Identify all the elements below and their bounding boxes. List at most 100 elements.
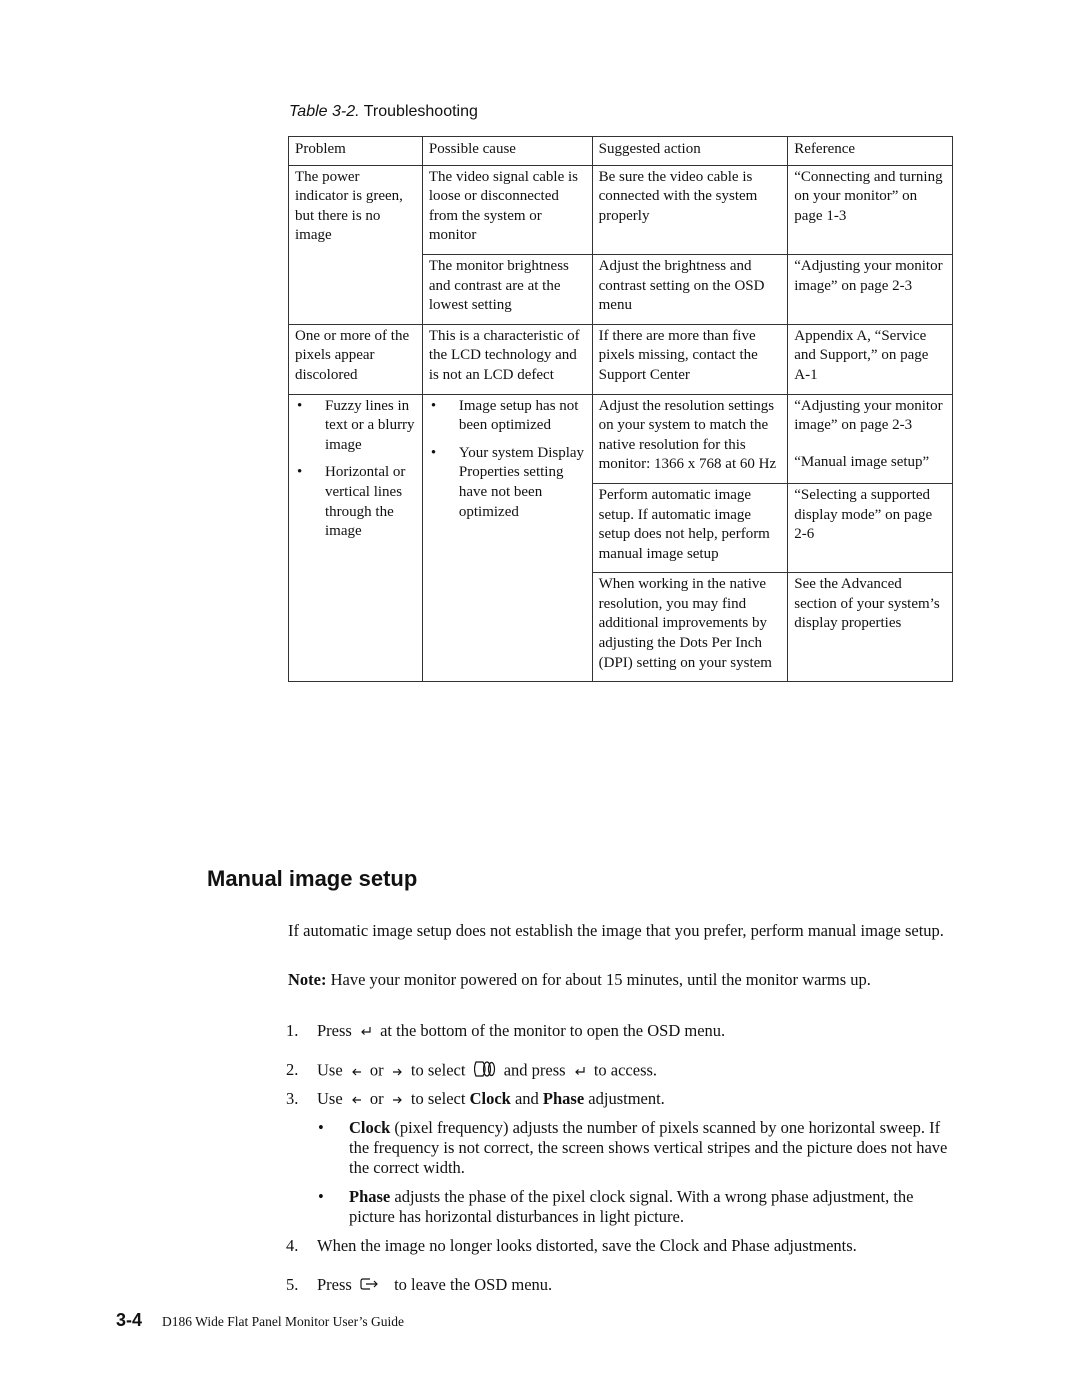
- cause-bullet-list: • Image setup has not been optimized • You…: [429, 397, 586, 523]
- left-arrow-icon: [351, 1090, 362, 1110]
- step-3: 3. Use or to select Clock and Phase adjus…: [286, 1089, 665, 1110]
- step-text: Press: [317, 1021, 352, 1040]
- note-paragraph: Note: Have your monitor powered on for a…: [288, 970, 958, 990]
- document-title: D186 Wide Flat Panel Monitor User’s Guid…: [162, 1314, 404, 1329]
- reference-cell: “Connecting and turning on your monitor”…: [787, 164, 953, 255]
- clock-keyword: Clock: [469, 1089, 511, 1108]
- phase-label: Phase: [349, 1187, 391, 1206]
- step-4: 4. When the image no longer looks distort…: [286, 1236, 857, 1256]
- exit-icon: [360, 1276, 380, 1296]
- page-footer: 3-4 D186 Wide Flat Panel Monitor User’s …: [116, 1310, 404, 1331]
- list-item-text: Your system Display Properties setting h…: [458, 444, 585, 520]
- clock-label: Clock: [349, 1118, 391, 1137]
- intro-paragraph: If automatic image setup does not establ…: [288, 921, 944, 940]
- problem-cell: The power indicator is green, but there …: [288, 164, 423, 325]
- table-row: The power indicator is green, but there …: [288, 164, 953, 325]
- cause-cell: This is a characteristic of the LCD tech…: [421, 323, 593, 395]
- list-item: • Your system Display Properties setting …: [429, 444, 586, 522]
- header-problem: Problem: [288, 136, 423, 166]
- header-possible-cause: Possible cause: [421, 136, 593, 166]
- action-cell: Be sure the video cable is connected wit…: [591, 164, 789, 255]
- list-item: • Fuzzy lines in text or a blurry image: [295, 397, 416, 456]
- note-text: Have your monitor powered on for about 1…: [326, 970, 871, 989]
- reference-cell: See the Advanced section of your system’…: [787, 572, 953, 683]
- action-cell: If there are more than five pixels missi…: [591, 323, 789, 395]
- step-text: When the image no longer looks distorted…: [317, 1236, 857, 1255]
- step-text: and: [514, 1089, 539, 1108]
- table-caption-title: Troubleshooting: [363, 103, 478, 120]
- enter-icon: [360, 1022, 372, 1042]
- page-number: 3-4: [116, 1310, 143, 1330]
- table-row: • Fuzzy lines in text or a blurry image •…: [288, 393, 953, 683]
- step-text: Use: [317, 1089, 343, 1108]
- step-text: and press: [503, 1060, 566, 1080]
- right-arrow-icon: [392, 1090, 403, 1110]
- step-text: to select: [410, 1060, 466, 1080]
- list-item-text: Image setup has not been optimized: [458, 397, 579, 434]
- step-number: 2.: [286, 1060, 299, 1080]
- step-text: Press: [317, 1275, 352, 1294]
- bullet-icon: •: [430, 444, 437, 461]
- list-item-text: Fuzzy lines in text or a blurry image: [325, 397, 415, 453]
- clock-bullet-text: Clock (pixel frequency) adjusts the numb…: [349, 1118, 958, 1178]
- list-item-text: Horizontal or vertical lines through the…: [325, 464, 406, 540]
- step-text: to select: [410, 1089, 466, 1108]
- note-label: Note:: [288, 970, 327, 989]
- enter-icon: [574, 1062, 586, 1082]
- troubleshooting-table: Problem Possible cause Suggested action …: [288, 136, 953, 683]
- reference-cell: Appendix A, “Service and Support,” on pa…: [787, 323, 953, 395]
- step-2: 2. Use or to select and press to access.: [286, 1060, 657, 1083]
- action-cell: Adjust the brightness and contrast setti…: [591, 253, 789, 325]
- list-item: • Image setup has not been optimized: [429, 397, 586, 436]
- problem-cell: One or more of the pixels appear discolo…: [288, 323, 423, 395]
- bullet-icon: •: [318, 1187, 324, 1206]
- step-text: Use: [317, 1060, 343, 1080]
- bullet-icon: •: [318, 1118, 324, 1137]
- action-cell: Adjust the resolution settings on your s…: [591, 393, 789, 484]
- reference-cell: “Adjusting your monitor image” on page 2…: [787, 253, 953, 325]
- bullet-icon: •: [297, 397, 303, 414]
- problem-bullet-list: • Fuzzy lines in text or a blurry image •…: [295, 397, 416, 542]
- clock-bullet: • Clock (pixel frequency) adjusts the nu…: [318, 1118, 958, 1178]
- section-title: Manual image setup: [207, 866, 418, 891]
- step-number: 1.: [286, 1021, 299, 1040]
- step-text: to access.: [593, 1060, 658, 1080]
- action-cell: Perform automatic image setup. If automa…: [591, 482, 789, 574]
- reference-text: “Manual image setup”: [794, 453, 930, 470]
- reference-text: “Adjusting your monitor image” on page 2…: [794, 397, 943, 434]
- phase-description: adjusts the phase of the pixel clock sig…: [349, 1187, 914, 1226]
- step-5: 5. Press to leave the OSD menu.: [286, 1275, 552, 1296]
- reference-cell: “Selecting a supported display mode” on …: [787, 482, 953, 574]
- phase-bullet: • Phase adjusts the phase of the pixel c…: [318, 1187, 958, 1227]
- header-reference: Reference: [787, 136, 953, 166]
- right-arrow-icon: [392, 1062, 403, 1082]
- action-cell: When working in the native resolution, y…: [591, 572, 789, 683]
- list-item: • Horizontal or vertical lines through th…: [295, 463, 416, 541]
- step-text: adjustment.: [588, 1089, 665, 1108]
- cause-cell: The monitor brightness and contrast are …: [421, 253, 593, 325]
- bullet-icon: •: [297, 464, 303, 481]
- clock-description: (pixel frequency) adjusts the number of …: [349, 1118, 948, 1177]
- table-row: One or more of the pixels appear discolo…: [288, 323, 953, 395]
- step-number: 3.: [286, 1089, 299, 1108]
- header-suggested-action: Suggested action: [591, 136, 789, 166]
- cause-cell: The video signal cable is loose or disco…: [421, 164, 593, 255]
- step-text: or: [369, 1089, 384, 1108]
- problem-cell: • Fuzzy lines in text or a blurry image •…: [288, 393, 423, 683]
- image-setup-icon: [473, 1060, 496, 1083]
- step-number: 5.: [286, 1275, 299, 1294]
- step-text: or: [369, 1060, 384, 1080]
- bullet-icon: •: [430, 397, 437, 414]
- step-text: at the bottom of the monitor to open the…: [380, 1021, 726, 1040]
- reference-cell: “Adjusting your monitor image” on page 2…: [787, 393, 953, 484]
- phase-keyword: Phase: [542, 1089, 585, 1108]
- cause-cell: • Image setup has not been optimized • You…: [421, 393, 593, 683]
- step-text: to leave the OSD menu.: [394, 1275, 553, 1294]
- left-arrow-icon: [351, 1062, 362, 1082]
- table-caption-prefix: Table 3-2.: [289, 103, 360, 120]
- table-caption: Table 3-2. Troubleshooting: [289, 103, 478, 121]
- step-number: 4.: [286, 1236, 299, 1255]
- table-header-row: Problem Possible cause Suggested action …: [288, 136, 953, 166]
- step-1: 1. Press at the bottom of the monitor to …: [286, 1021, 725, 1042]
- phase-bullet-text: Phase adjusts the phase of the pixel clo…: [349, 1187, 958, 1227]
